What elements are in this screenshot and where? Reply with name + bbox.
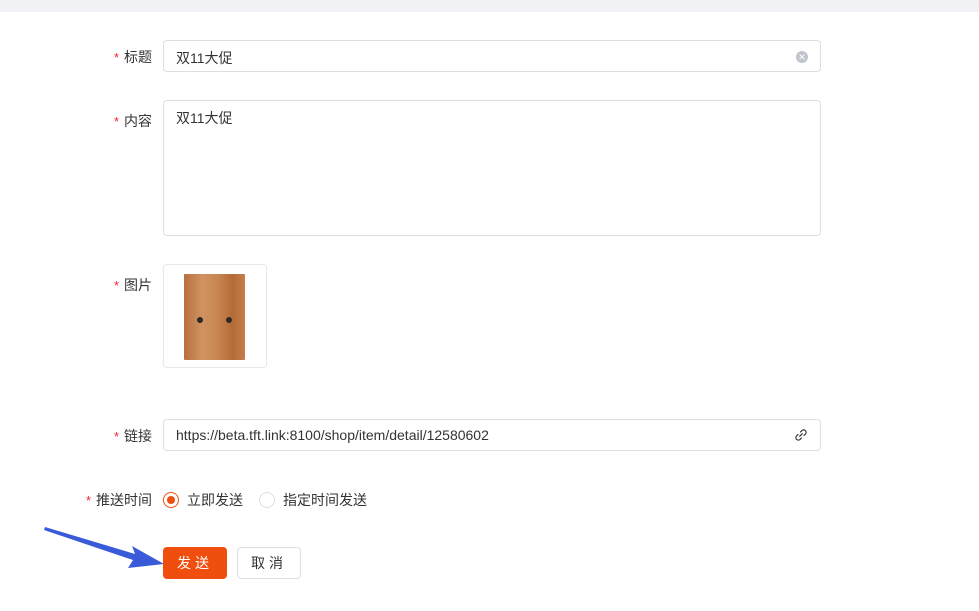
title-input-value: 双11大促 <box>176 50 233 66</box>
radio-send-now[interactable] <box>163 492 179 508</box>
content-textarea-value: 双11大促 <box>176 110 233 126</box>
link-icon[interactable] <box>794 428 808 442</box>
link-input[interactable]: https://beta.tft.link:8100/shop/item/det… <box>163 419 821 451</box>
link-label: * 链接 <box>113 428 152 444</box>
title-input[interactable]: 双11大促 ✕ <box>163 40 821 72</box>
image-thumbnail[interactable] <box>163 264 267 368</box>
required-mark: * <box>85 493 91 508</box>
title-label: * 标题 <box>113 49 152 65</box>
send-button[interactable]: 发送 <box>163 547 227 579</box>
required-mark: * <box>113 278 119 293</box>
cancel-button[interactable]: 取消 <box>237 547 301 579</box>
push-time-label: * 推送时间 <box>85 492 152 508</box>
content-textarea[interactable]: 双11大促 <box>163 100 821 236</box>
annotation-arrow-icon <box>44 527 164 568</box>
link-input-value: https://beta.tft.link:8100/shop/item/det… <box>176 427 489 443</box>
radio-send-now-label[interactable]: 立即发送 <box>187 490 243 510</box>
radio-scheduled[interactable] <box>259 492 275 508</box>
radio-scheduled-label[interactable]: 指定时间发送 <box>283 490 367 510</box>
close-circle-icon[interactable]: ✕ <box>796 51 808 63</box>
top-bar <box>0 0 979 12</box>
required-mark: * <box>113 429 119 444</box>
required-mark: * <box>113 50 119 65</box>
product-image <box>184 274 245 360</box>
required-mark: * <box>113 114 119 129</box>
image-label: * 图片 <box>113 277 152 293</box>
content-label: * 内容 <box>113 113 152 129</box>
